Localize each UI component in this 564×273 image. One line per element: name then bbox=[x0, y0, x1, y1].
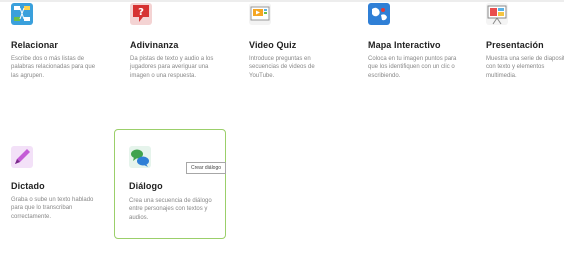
card-title: Mapa Interactivo bbox=[368, 40, 441, 50]
relate-icon bbox=[11, 3, 33, 25]
card-description: Graba o sube un texto hablado para que l… bbox=[11, 197, 94, 220]
activity-card-relacionar[interactable]: Relacionar Escribe dos o más listas de p… bbox=[2, 0, 106, 104]
card-title: Presentación bbox=[486, 40, 544, 50]
pen-icon bbox=[11, 146, 33, 168]
activity-card-video-quiz[interactable]: Video Quiz Introduce preguntas en secuen… bbox=[240, 0, 344, 104]
presentation-icon bbox=[486, 3, 508, 25]
activity-card-presentacion[interactable]: Presentación Muestra una serie de diapos… bbox=[477, 0, 564, 104]
card-title: Diálogo bbox=[129, 181, 163, 191]
tooltip: Crear diálogo bbox=[186, 162, 227, 174]
card-title: Video Quiz bbox=[249, 40, 297, 50]
card-description: Escribe dos o más listas de palabras rel… bbox=[11, 56, 96, 79]
activity-card-mapa-interactivo[interactable]: Mapa Interactivo Coloca en tu imagen pun… bbox=[359, 0, 463, 104]
activity-card-dictado[interactable]: Dictado Graba o sube un texto hablado pa… bbox=[2, 131, 106, 235]
card-description: Crea una secuencia de diálogo entre pers… bbox=[129, 198, 212, 221]
question-mark-icon: ? bbox=[130, 3, 152, 25]
card-description: Introduce preguntas en secuencias de vid… bbox=[249, 56, 315, 79]
card-description: Muestra una serie de diapositivas con te… bbox=[486, 56, 564, 79]
card-description: Coloca en tu imagen puntos para que los … bbox=[368, 56, 457, 79]
svg-text:?: ? bbox=[138, 7, 144, 18]
activity-card-dialogo[interactable]: Diálogo Crea una secuencia de diálogo en… bbox=[114, 129, 226, 239]
video-quiz-icon bbox=[249, 3, 271, 25]
map-icon bbox=[368, 3, 390, 25]
card-title: Dictado bbox=[11, 181, 45, 191]
activity-card-adivinanza[interactable]: ? Adivinanza Da pistas de texto y audio … bbox=[121, 0, 225, 104]
dialogue-icon bbox=[129, 146, 151, 168]
card-title: Adivinanza bbox=[130, 40, 179, 50]
card-description: Da pistas de texto y audio a los jugador… bbox=[130, 56, 214, 79]
card-title: Relacionar bbox=[11, 40, 59, 50]
